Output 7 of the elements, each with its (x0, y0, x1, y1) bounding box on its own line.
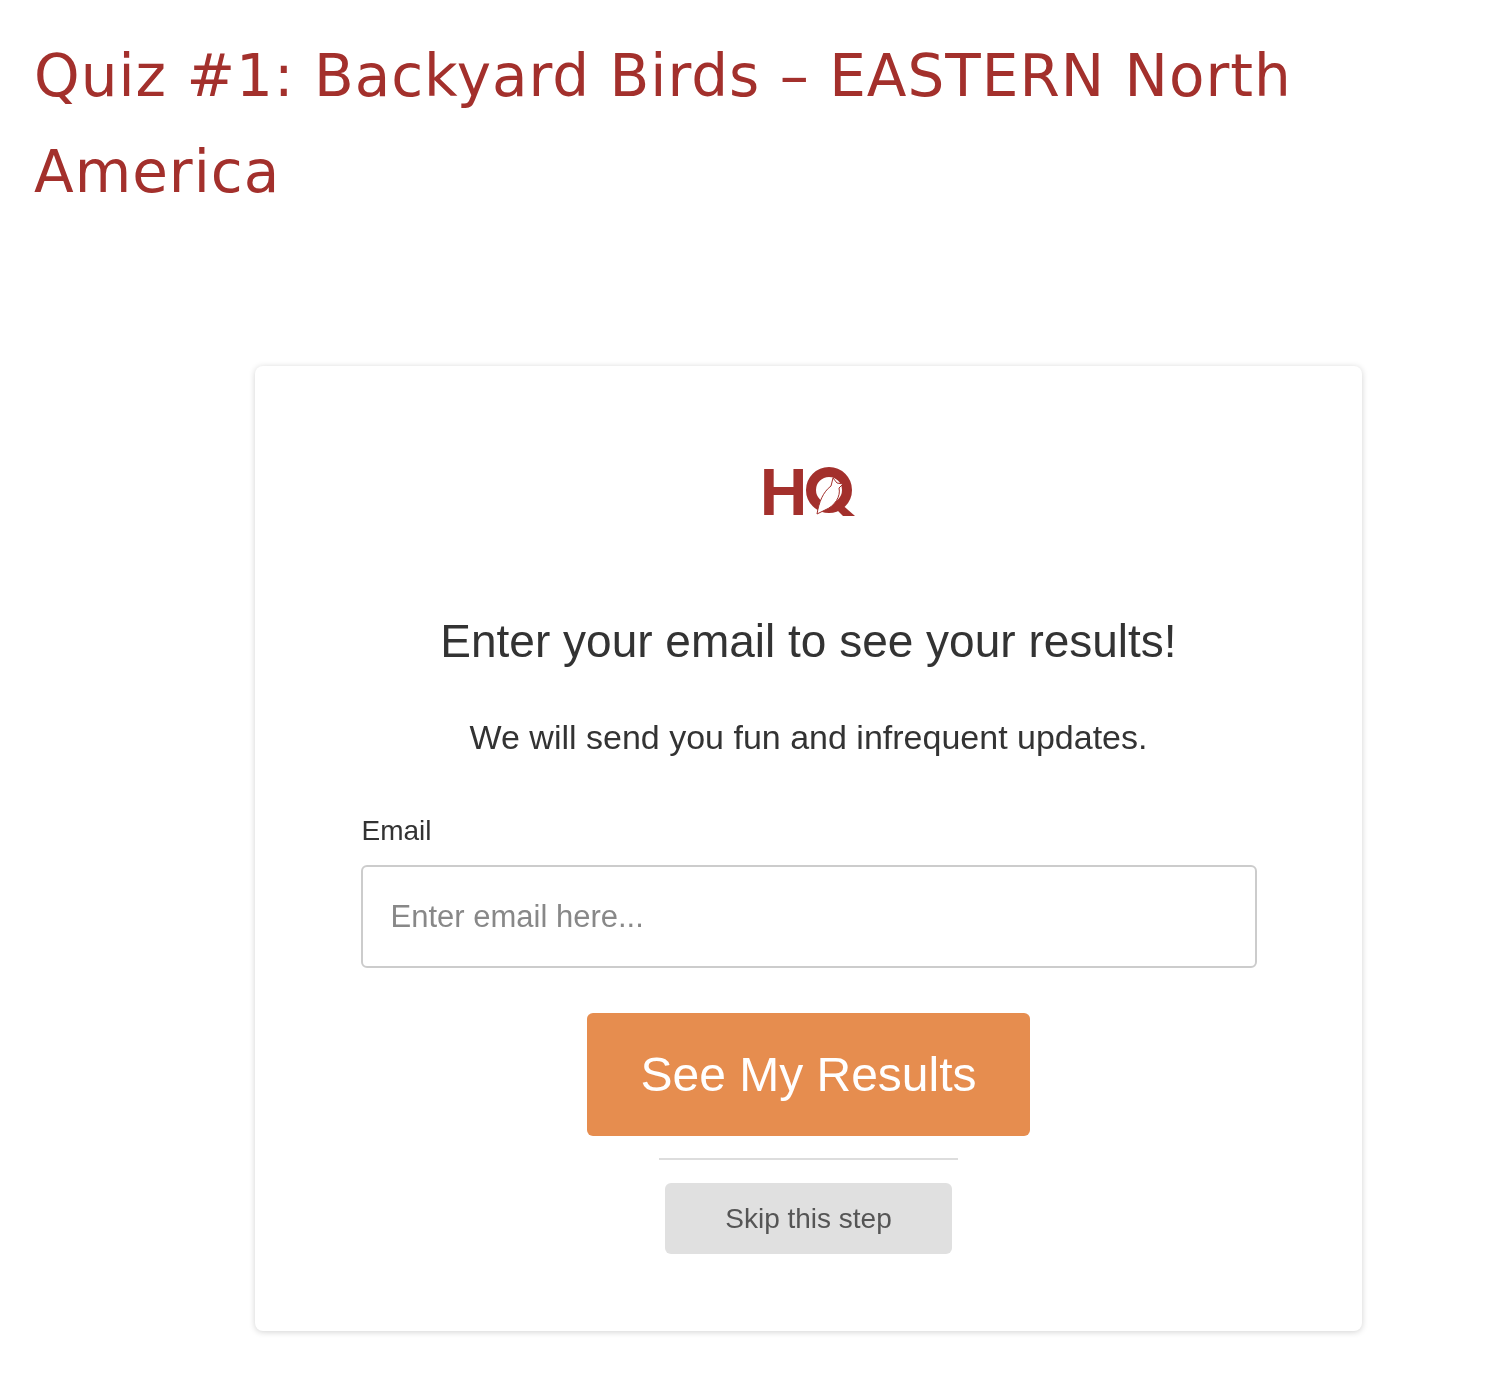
email-field[interactable]: Enter email here... (360, 865, 1257, 968)
updates-text: We will send you fun and infrequent updates. (469, 718, 1148, 757)
skip-button[interactable]: Skip this step (665, 1183, 952, 1254)
quiz-title: Quiz #1: Backyard Birds – EASTERN North America (34, 41, 1293, 208)
logo-text: H (759, 466, 808, 518)
email-label: Email (361, 815, 433, 847)
results-heading: Enter your email to see your results! (440, 614, 1177, 668)
